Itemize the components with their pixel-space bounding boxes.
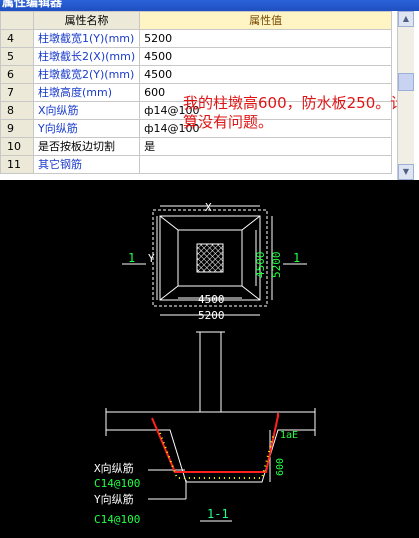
grid-corner-cell [0,11,34,30]
grid-header-row: 属性名称 属性值 [0,11,393,30]
plan-corner-line [159,285,179,301]
x-bar-label: X向纵筋 [94,461,134,475]
drawing-canvas: X Y 4500 5200 4500 5200 1 1 X向纵筋 C14@100… [0,180,419,535]
window-titlebar: 属性编辑器 [0,0,419,11]
row-index: 11 [0,155,34,174]
row-index: 6 [0,65,34,84]
plan-dim-inner-y: 4500 [254,252,267,279]
section-title: 1-1 [207,507,229,521]
row-index: 7 [0,83,34,102]
property-name: 柱墩高度(mm) [32,83,141,102]
property-name: X向纵筋 [32,101,141,120]
row-index: 8 [0,101,34,120]
scroll-down-arrow-icon[interactable]: ▼ [398,164,414,180]
row-index: 9 [0,119,34,138]
plan-y-label: Y [148,252,155,265]
property-name: 柱墩截宽1(Y)(mm) [32,29,141,48]
table-row[interactable]: 5 柱墩截长2(X)(mm) 4500 [0,47,393,66]
property-name: 柱墩截长2(X)(mm) [32,47,141,66]
property-panel: 属性名称 属性值 4 柱墩截宽1(Y)(mm) 5200 5 柱墩截长2(X)(… [0,11,419,180]
plan-corner-line [241,215,261,231]
plan-dim-inner-x: 4500 [198,293,225,306]
property-name: Y向纵筋 [32,119,141,138]
row-index: 5 [0,47,34,66]
y-bar-label: Y向纵筋 [94,492,134,506]
column-header-value[interactable]: 属性值 [139,11,393,30]
section-mark-right: 1 [293,251,300,265]
plan-x-label: X [205,201,212,214]
rebar-line [151,413,279,473]
y-bar-spec: C14@100 [94,513,140,526]
property-name: 其它钢筋 [32,155,141,174]
plan-dim-outer-y: 5200 [270,252,283,279]
property-value[interactable]: 4500 [139,65,393,84]
property-value[interactable]: 5200 [139,29,393,48]
property-grid: 属性名称 属性值 4 柱墩截宽1(Y)(mm) 5200 5 柱墩截长2(X)(… [0,11,393,174]
section-view [105,331,316,522]
section-mark-left: 1 [128,251,135,265]
property-name: 是否按板边切割 [32,137,141,156]
scroll-up-arrow-icon[interactable]: ▲ [398,11,414,27]
column-header-name[interactable]: 属性名称 [32,11,141,30]
table-row[interactable]: 10 是否按板边切割 是 [0,137,393,156]
height-dim-label: 600 [275,458,286,476]
property-value[interactable] [139,155,393,174]
annotation-note: 我的柱墩高600，防水板250。计算没有问题。 [183,94,406,131]
plan-corner-line [159,215,179,231]
table-row[interactable]: 6 柱墩截宽2(Y)(mm) 4500 [0,65,393,84]
row-index: 4 [0,29,34,48]
vertical-scrollbar[interactable]: ▲ ▼ [397,11,414,180]
x-bar-spec: C14@100 [94,477,140,490]
scroll-thumb[interactable] [398,73,414,91]
table-row[interactable]: 11 其它钢筋 [0,155,393,174]
lae-label: 1aE [280,430,298,441]
window-title: 属性编辑器 [2,0,63,9]
property-value[interactable]: 是 [139,137,393,156]
property-value[interactable]: 4500 [139,47,393,66]
plan-dim-outer-x: 5200 [198,309,225,322]
plan-corner-line [241,285,261,301]
column-hatch [196,243,224,273]
table-row[interactable]: 4 柱墩截宽1(Y)(mm) 5200 [0,29,393,48]
row-index: 10 [0,137,34,156]
property-name: 柱墩截宽2(Y)(mm) [32,65,141,84]
